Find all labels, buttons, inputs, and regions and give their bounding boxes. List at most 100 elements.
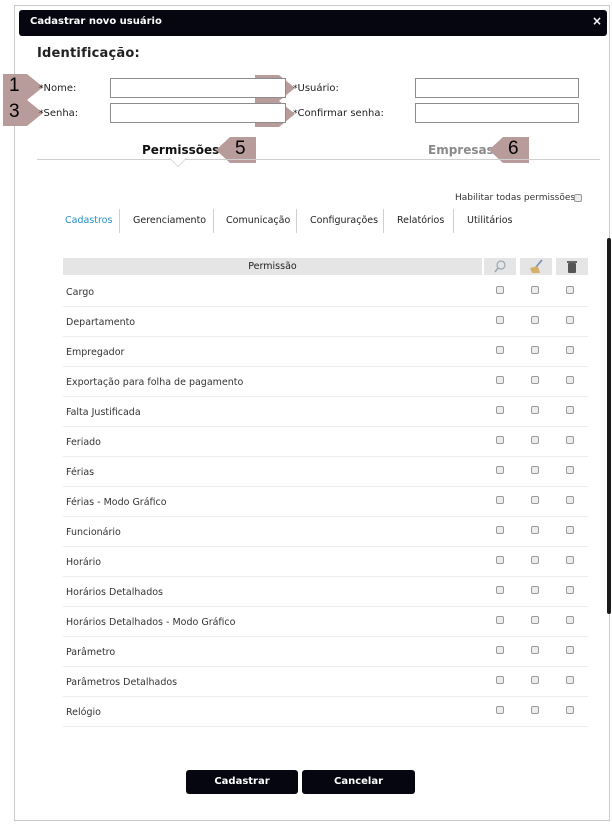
tab-divider [37, 159, 600, 160]
subtab-relatorios[interactable]: Relatórios [397, 209, 444, 233]
view-permission-checkbox[interactable] [496, 526, 504, 534]
enable-all-checkbox[interactable] [574, 194, 582, 202]
callout-number: 6 [508, 138, 519, 159]
delete-permission-checkbox[interactable] [566, 526, 574, 534]
permissions-table-header: Permissão [63, 258, 588, 275]
table-row: Férias - Modo Gráfico [63, 487, 588, 517]
tab-empresas[interactable]: Empresas [428, 143, 494, 157]
permission-name: Parâmetro [66, 647, 116, 658]
confirmar-senha-label: *Confirmar senha: [293, 108, 384, 119]
view-permission-checkbox[interactable] [496, 436, 504, 444]
permission-name: Parâmetros Detalhados [66, 677, 178, 688]
clean-icon [520, 258, 552, 275]
permission-name: Relógio [66, 707, 101, 718]
edit-permission-checkbox[interactable] [531, 526, 539, 534]
edit-permission-checkbox[interactable] [531, 616, 539, 624]
edit-permission-checkbox[interactable] [531, 496, 539, 504]
edit-permission-checkbox[interactable] [531, 466, 539, 474]
edit-permission-checkbox[interactable] [531, 346, 539, 354]
cancelar-button[interactable]: Cancelar [302, 770, 415, 794]
nome-label-text: Nome: [43, 83, 77, 94]
view-permission-checkbox[interactable] [496, 586, 504, 594]
edit-permission-checkbox[interactable] [531, 406, 539, 414]
subtab-configuracoes[interactable]: Configurações [310, 209, 378, 233]
permission-name: Férias - Modo Gráfico [66, 497, 167, 508]
subtab-gerenciamento[interactable]: Gerenciamento [133, 209, 206, 233]
register-user-dialog: Cadastrar novo usuário × Identificação: … [3, 5, 611, 821]
table-row: Cargo [63, 277, 588, 307]
subtab-cadastros[interactable]: Cadastros [65, 209, 112, 233]
senha-input[interactable] [110, 103, 286, 123]
dialog-titlebar: Cadastrar novo usuário × [19, 10, 607, 36]
delete-permission-checkbox[interactable] [566, 376, 574, 384]
table-row: Horário [63, 547, 588, 577]
view-permission-checkbox[interactable] [496, 706, 504, 714]
subtab-separator [119, 209, 120, 233]
view-permission-checkbox[interactable] [496, 406, 504, 414]
callout-number: 3 [9, 101, 20, 122]
edit-permission-checkbox[interactable] [531, 436, 539, 444]
subtab-utilitarios[interactable]: Utilitários [467, 209, 512, 233]
permission-name: Exportação para folha de pagamento [66, 377, 244, 388]
cadastrar-button[interactable]: Cadastrar [186, 770, 298, 794]
enable-all-permissions[interactable]: Habilitar todas permissões [455, 193, 582, 203]
nome-input[interactable] [110, 78, 286, 98]
delete-permission-checkbox[interactable] [566, 286, 574, 294]
edit-permission-checkbox[interactable] [531, 586, 539, 594]
close-icon[interactable]: × [592, 14, 602, 28]
table-row: Exportação para folha de pagamento [63, 367, 588, 397]
callout-number: 5 [235, 138, 246, 159]
callout-marker-3: 3 [3, 100, 43, 126]
delete-permission-checkbox[interactable] [566, 706, 574, 714]
table-row: Funcionário [63, 517, 588, 547]
view-permission-checkbox[interactable] [496, 676, 504, 684]
edit-permission-checkbox[interactable] [531, 316, 539, 324]
delete-permission-checkbox[interactable] [566, 466, 574, 474]
subtab-comunicacao[interactable]: Comunicação [226, 209, 290, 233]
table-row: Parâmetros Detalhados [63, 667, 588, 697]
view-permission-checkbox[interactable] [496, 376, 504, 384]
edit-permission-checkbox[interactable] [531, 676, 539, 684]
table-row: Falta Justificada [63, 397, 588, 427]
view-permission-checkbox[interactable] [496, 466, 504, 474]
delete-permission-checkbox[interactable] [566, 316, 574, 324]
view-permission-checkbox[interactable] [496, 646, 504, 654]
edit-permission-checkbox[interactable] [531, 556, 539, 564]
delete-permission-checkbox[interactable] [566, 676, 574, 684]
tab-permissoes[interactable]: Permissões [142, 143, 219, 157]
permission-name: Horário [66, 557, 102, 568]
confirmar-senha-label-text: Confirmar senha: [297, 108, 384, 119]
permission-name: Cargo [66, 287, 95, 298]
identification-title: Identificação: [37, 46, 140, 61]
edit-permission-checkbox[interactable] [531, 646, 539, 654]
subtab-separator [213, 209, 214, 233]
view-permission-checkbox[interactable] [496, 316, 504, 324]
edit-permission-checkbox[interactable] [531, 376, 539, 384]
permission-column-header: Permissão [63, 258, 482, 275]
delete-permission-checkbox[interactable] [566, 616, 574, 624]
search-icon [484, 258, 516, 275]
table-row: Férias [63, 457, 588, 487]
delete-permission-checkbox[interactable] [566, 586, 574, 594]
view-permission-checkbox[interactable] [496, 496, 504, 504]
delete-permission-checkbox[interactable] [566, 346, 574, 354]
delete-permission-checkbox[interactable] [566, 556, 574, 564]
usuario-input[interactable] [415, 78, 579, 98]
view-permission-checkbox[interactable] [496, 616, 504, 624]
subtab-separator [453, 209, 454, 233]
table-row: Horários Detalhados [63, 577, 588, 607]
edit-permission-checkbox[interactable] [531, 286, 539, 294]
edit-permission-checkbox[interactable] [531, 706, 539, 714]
dialog-title: Cadastrar novo usuário [30, 16, 162, 27]
delete-permission-checkbox[interactable] [566, 646, 574, 654]
delete-permission-checkbox[interactable] [566, 436, 574, 444]
scrollbar[interactable] [607, 238, 611, 614]
delete-permission-checkbox[interactable] [566, 406, 574, 414]
permission-name: Falta Justificada [66, 407, 141, 418]
view-permission-checkbox[interactable] [496, 556, 504, 564]
delete-permission-checkbox[interactable] [566, 496, 574, 504]
view-permission-checkbox[interactable] [496, 286, 504, 294]
view-permission-checkbox[interactable] [496, 346, 504, 354]
confirmar-senha-input[interactable] [415, 103, 579, 123]
table-row: Departamento [63, 307, 588, 337]
